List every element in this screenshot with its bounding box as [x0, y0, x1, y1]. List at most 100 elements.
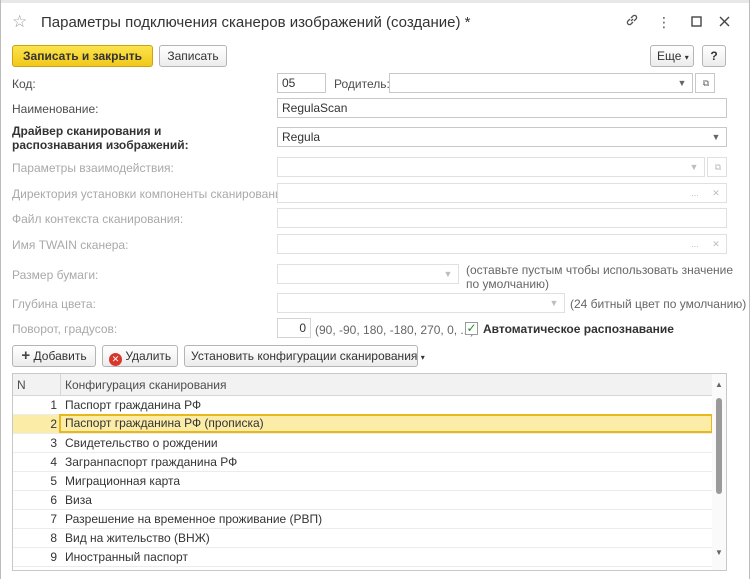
color-depth-label: Глубина цвета: — [12, 297, 96, 311]
row-number: 2 — [50, 417, 57, 431]
row-config: Виза — [65, 493, 92, 507]
more-button[interactable]: Еще ▾ — [650, 45, 694, 67]
color-depth-note: (24 битный цвет по умолчанию) — [570, 297, 747, 311]
row-config: Вид на жительство (ВНЖ) — [65, 531, 210, 545]
row-number: 3 — [50, 436, 57, 450]
ellipsis-icon: ... — [691, 239, 699, 249]
install-dir-field: ... ✕ — [277, 183, 727, 203]
interaction-open-button: ⧉ — [707, 157, 727, 177]
window-title: Параметры подключения сканеров изображен… — [41, 14, 471, 31]
more-button-label: Еще — [657, 49, 682, 63]
column-header-config[interactable]: Конфигурация сканирования — [65, 378, 226, 392]
name-label: Наименование: — [12, 102, 99, 116]
row-config: Разрешение на временное проживание (РВП) — [65, 512, 323, 526]
chevron-down-icon: ▾ — [420, 353, 425, 362]
row-config: Миграционная карта — [65, 474, 181, 488]
parent-field[interactable]: ▼ — [389, 73, 693, 93]
save-button[interactable]: Записать — [159, 45, 227, 67]
row-config: Свидетельство о рождении — [65, 436, 218, 450]
table-row[interactable]: 7 Разрешение на временное проживание (РВ… — [13, 510, 713, 529]
driver-label-line1: Драйвер сканирования и — [12, 124, 162, 138]
auto-recognition-label: Автоматическое распознавание — [483, 322, 674, 336]
maximize-icon[interactable] — [686, 12, 706, 32]
delete-button[interactable]: ✕ Удалить — [102, 345, 178, 367]
add-button[interactable]: + Добавить — [12, 345, 96, 367]
twain-scanner-field: ... ✕ — [277, 234, 727, 254]
more-vertical-icon[interactable]: ⋮ — [654, 12, 674, 32]
dropdown-arrow-icon[interactable]: ▼ — [672, 74, 692, 92]
parent-label: Родитель: — [334, 77, 390, 91]
column-header-n[interactable]: N — [17, 378, 26, 392]
driver-label-line2: распознавания изображений: — [12, 138, 189, 152]
chevron-down-icon: ▾ — [684, 53, 689, 62]
install-dir-label: Директория установки компоненты сканиров… — [12, 187, 292, 201]
row-number: 8 — [50, 531, 57, 545]
driver-value: Regula — [282, 130, 321, 144]
link-icon[interactable] — [622, 12, 642, 32]
row-number: 7 — [50, 512, 57, 526]
window-top-border — [1, 0, 749, 3]
rotation-note: (90, -90, 180, -180, 270, 0, ...) — [315, 323, 475, 337]
context-file-label: Файл контекста сканирования: — [12, 212, 184, 226]
vertical-scrollbar[interactable]: ▲ ▼ — [712, 374, 726, 570]
open-form-icon: ⧉ — [714, 162, 722, 172]
name-field[interactable]: RegulaScan — [277, 98, 727, 118]
clear-icon: ✕ — [712, 188, 720, 198]
paper-size-note: (оставьте пустым чтобы использовать знач… — [466, 263, 734, 291]
auto-recognition-checkbox[interactable]: ✓ — [465, 322, 478, 335]
set-scan-config-button[interactable]: Установить конфигурации сканирования ▾ — [184, 345, 425, 367]
table-row[interactable]: 4 Загранпаспорт гражданина РФ — [13, 453, 713, 472]
scroll-down-icon[interactable]: ▼ — [714, 548, 724, 558]
column-separator — [60, 374, 61, 396]
scroll-up-icon[interactable]: ▲ — [714, 380, 724, 390]
table-row[interactable]: 6 Виза — [13, 491, 713, 510]
parent-open-button[interactable]: ⧉ — [695, 73, 715, 93]
add-button-label: Добавить — [33, 349, 87, 363]
interaction-params-label: Параметры взаимодействия: — [12, 161, 174, 175]
row-config: Загранпаспорт гражданина РФ — [65, 455, 238, 469]
table-row[interactable]: 9 Иностранный паспорт — [13, 548, 713, 567]
table-row[interactable]: 8 Вид на жительство (ВНЖ) — [13, 529, 713, 548]
row-number: 9 — [50, 550, 57, 564]
context-file-field — [277, 208, 727, 228]
row-number: 4 — [50, 455, 57, 469]
close-icon[interactable] — [714, 12, 734, 32]
row-config: Паспорт гражданина РФ (прописка) — [59, 414, 713, 433]
open-form-icon: ⧉ — [702, 78, 710, 88]
help-button[interactable]: ? — [702, 45, 726, 67]
table-row[interactable]: 3 Свидетельство о рождении — [13, 434, 713, 453]
row-config: Паспорт гражданина РФ — [65, 398, 202, 412]
dropdown-arrow-icon: ▼ — [443, 269, 453, 279]
table-row[interactable]: 5 Миграционная карта — [13, 472, 713, 491]
table-row-selected[interactable]: 2 Паспорт гражданина РФ (прописка) — [13, 414, 713, 434]
paper-size-label: Размер бумаги: — [12, 268, 99, 282]
row-number: 1 — [50, 398, 57, 412]
set-scan-config-label: Установить конфигурации сканирования — [191, 349, 418, 363]
delete-icon: ✕ — [109, 353, 122, 366]
scan-config-table[interactable]: N Конфигурация сканирования 1 Паспорт гр… — [12, 373, 727, 571]
plus-icon: + — [21, 347, 31, 364]
dropdown-arrow-icon: ▼ — [689, 162, 699, 172]
twain-scanner-label: Имя TWAIN сканера: — [12, 238, 129, 252]
favorite-star-icon[interactable]: ☆ — [12, 13, 30, 31]
color-depth-select: ▼ — [277, 293, 565, 313]
dropdown-arrow-icon[interactable]: ▼ — [706, 128, 726, 146]
save-and-close-button[interactable]: Записать и закрыть — [12, 45, 153, 67]
delete-button-label: Удалить — [125, 349, 172, 363]
scrollbar-thumb[interactable] — [716, 398, 722, 494]
table-row[interactable]: 1 Паспорт гражданина РФ — [13, 396, 713, 415]
ellipsis-icon: ... — [691, 188, 699, 198]
row-number: 5 — [50, 474, 57, 488]
table-header: N Конфигурация сканирования — [13, 374, 726, 396]
code-field[interactable]: 05 — [277, 73, 326, 93]
dropdown-arrow-icon: ▼ — [549, 298, 559, 308]
row-config: Иностранный паспорт — [65, 550, 188, 564]
driver-select[interactable]: Regula ▼ — [277, 127, 727, 147]
rotation-field[interactable]: 0 — [277, 318, 311, 338]
title-bar: ☆ Параметры подключения сканеров изображ… — [1, 6, 749, 38]
form-window: ☆ Параметры подключения сканеров изображ… — [0, 0, 750, 579]
clear-icon: ✕ — [712, 239, 720, 249]
rotation-label: Поворот, градусов: — [12, 322, 118, 336]
code-label: Код: — [12, 77, 36, 91]
interaction-params-field: ▼ — [277, 157, 705, 177]
